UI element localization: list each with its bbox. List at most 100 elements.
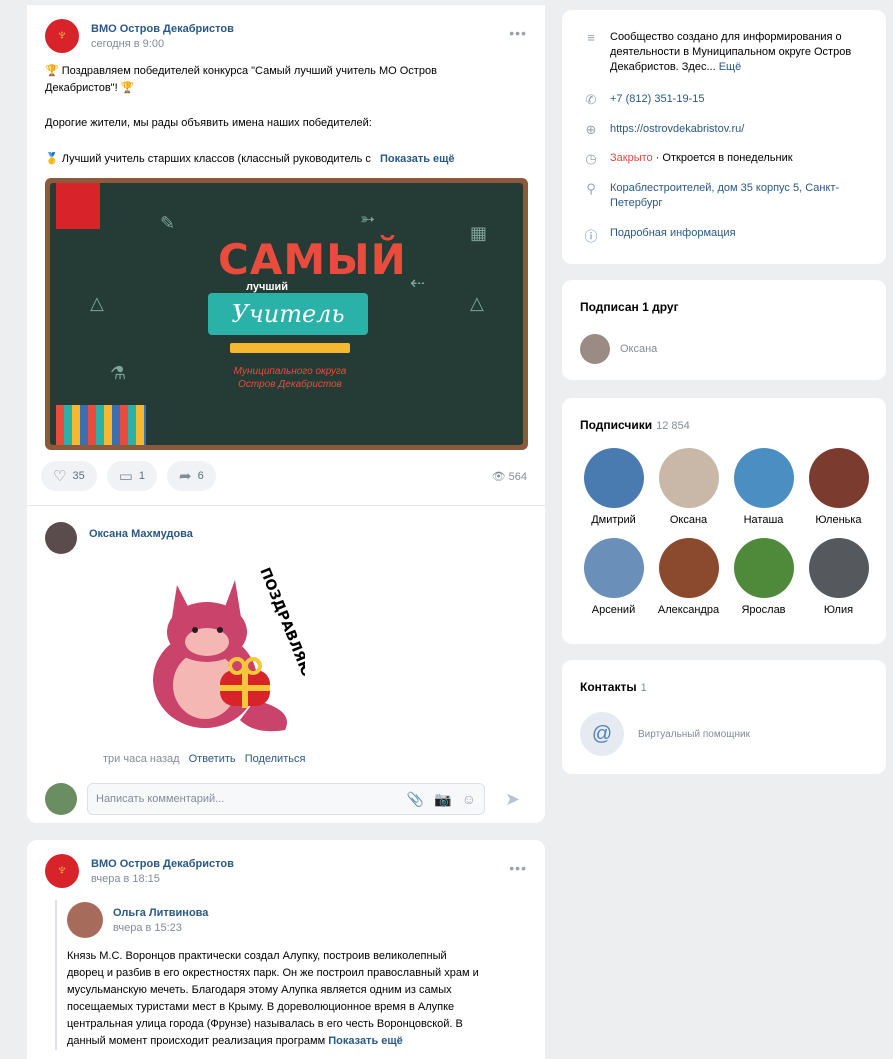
post-text-line: 🏆 Поздравляем победителей конкурса "Самы… [45, 65, 437, 77]
subscriber-name[interactable]: Наташа [744, 514, 784, 526]
avatar[interactable] [583, 538, 644, 598]
subscriber-item[interactable]: Юлия [801, 538, 876, 616]
post-actions: ♡ 35 ▭ 1 ➦ 6 [41, 461, 216, 491]
opens-text: · Откроется в понедельник [655, 152, 793, 164]
subscriber-name[interactable]: Ярослав [741, 604, 785, 616]
avatar[interactable] [67, 902, 103, 938]
subscriber-item[interactable]: Арсений [576, 538, 651, 616]
friend-name[interactable]: Оксана [620, 343, 657, 355]
my-avatar[interactable] [45, 783, 77, 815]
subscriber-name[interactable]: Юленька [815, 514, 861, 526]
subscriber-item[interactable]: Оксана [651, 448, 726, 526]
show-more-link[interactable]: Показать ещё [380, 153, 455, 165]
attach-icon[interactable]: 📎 [407, 791, 424, 808]
image-title-small: лучший [246, 281, 289, 293]
info-icon: ⓘ [584, 229, 598, 244]
post-text-line: 🥇 Лучший учитель старших классов (классн… [45, 153, 371, 165]
comment-input[interactable]: Написать комментарий... 📎 📷 ☺ [87, 783, 485, 815]
globe-icon: ⊕ [585, 122, 597, 137]
repost-text: Князь М.С. Воронцов практически создал А… [67, 950, 479, 1047]
heart-icon: ♡ [53, 468, 67, 485]
image-title: САМЫЙ [218, 235, 407, 284]
chalkboard-image: ✎ ➳ ▦ △ △ ⚗ ⇠ САМЫЙ лучший Учитель Муниц… [50, 183, 523, 445]
contact-name[interactable]: Виртуальный помощник [638, 729, 750, 740]
site-row: ⊕ https://ostrovdekabristov.ru/ [580, 122, 860, 138]
coat-of-arms-icon [56, 183, 100, 229]
closed-status: Закрыто [610, 152, 653, 164]
subscriber-item[interactable]: Юленька [801, 448, 876, 526]
friends-title[interactable]: Подписан 1 друг [580, 300, 679, 314]
site-link[interactable]: https://ostrovdekabristov.ru/ [610, 122, 860, 137]
avatar[interactable] [733, 538, 794, 598]
subscriber-name[interactable]: Дмитрий [591, 514, 636, 526]
address-row: ⚲ Кораблестроителей, дом 35 корпус 5, Са… [580, 181, 860, 211]
address-link[interactable]: Кораблестроителей, дом 35 корпус 5, Санк… [610, 181, 860, 211]
details-link[interactable]: Подробная информация [610, 226, 860, 241]
post-image[interactable]: ✎ ➳ ▦ △ △ ⚗ ⇠ САМЫЙ лучший Учитель Муниц… [45, 178, 528, 450]
avatar[interactable] [808, 538, 869, 598]
share-button[interactable]: ➦ 6 [167, 461, 216, 491]
phone-link[interactable]: +7 (812) 351-19-15 [610, 92, 860, 107]
subscriber-name[interactable]: Арсений [592, 604, 635, 616]
post-text-line: Дорогие жители, мы рады объявить имена н… [45, 117, 372, 129]
pencil-icon [230, 343, 350, 353]
comment-meta: три часа назад Ответить Поделиться [103, 753, 305, 765]
post-author[interactable]: ВМО Остров Декабристов [91, 23, 234, 35]
comment-placeholder: Написать комментарий... [96, 793, 225, 805]
image-subtitle: Муниципального округа Остров Декабристов [233, 366, 347, 390]
repost-author[interactable]: Ольга Литвинова [113, 907, 208, 919]
post-author[interactable]: ВМО Остров Декабристов [91, 858, 234, 870]
doodle-icon: ➳ [360, 209, 376, 229]
doodle-icon: ⚗ [110, 363, 127, 383]
post-card: ♆ ВМО Остров Декабристов сегодня в 9:00 … [27, 5, 545, 823]
subscriber-item[interactable]: Дмитрий [576, 448, 651, 526]
emoji-icon[interactable]: ☺ [462, 791, 476, 807]
subscriber-name[interactable]: Александра [658, 604, 719, 616]
comment-author[interactable]: Оксана Махмудова [89, 528, 193, 540]
views-count: 👁 564 [491, 471, 527, 483]
reply-link[interactable]: Ответить [189, 753, 236, 765]
post-card: ♆ ВМО Остров Декабристов вчера в 18:15 •… [27, 840, 545, 1059]
subscriber-item[interactable]: Ярослав [726, 538, 801, 616]
share-link[interactable]: Поделиться [245, 753, 306, 765]
send-icon[interactable]: ➤ [505, 789, 520, 810]
avatar[interactable] [658, 448, 719, 508]
avatar[interactable] [580, 334, 610, 364]
phone-icon: ✆ [585, 92, 597, 107]
comment-button[interactable]: ▭ 1 [106, 461, 158, 491]
contacts-title[interactable]: Контакты 1 [580, 680, 647, 694]
subscriber-item[interactable]: Александра [651, 538, 726, 616]
more-options-icon[interactable]: ••• [509, 25, 527, 41]
avatar[interactable] [808, 448, 869, 508]
camera-icon[interactable]: 📷 [434, 791, 451, 808]
like-button[interactable]: ♡ 35 [41, 461, 97, 491]
avatar[interactable] [45, 522, 77, 554]
details-row: ⓘ Подробная информация [580, 226, 860, 245]
show-more-link[interactable]: Показать ещё [328, 1035, 403, 1047]
contact-item[interactable]: @ Виртуальный помощник [580, 712, 750, 756]
more-options-icon[interactable]: ••• [509, 860, 527, 876]
post-time[interactable]: вчера в 18:15 [91, 873, 234, 885]
clock-icon: ◷ [585, 151, 597, 166]
doodle-icon: △ [90, 293, 104, 313]
friend-item[interactable]: Оксана [580, 334, 657, 364]
post-header: ♆ ВМО Остров Декабристов вчера в 18:15 [45, 852, 234, 890]
subscribers-title[interactable]: Подписчики 12 854 [580, 418, 690, 432]
avatar[interactable] [658, 538, 719, 598]
location-icon: ⚲ [586, 181, 596, 196]
subscriber-item[interactable]: Наташа [726, 448, 801, 526]
eye-icon: 👁 [491, 471, 506, 483]
repost-time[interactable]: вчера в 15:23 [113, 922, 208, 934]
avatar[interactable] [733, 448, 794, 508]
subscriber-name[interactable]: Оксана [670, 514, 707, 526]
doodle-icon: ✎ [160, 213, 176, 233]
community-avatar[interactable]: ♆ [45, 19, 79, 53]
comment-time[interactable]: три часа назад [103, 753, 180, 765]
more-link[interactable]: Ещё [719, 61, 742, 73]
avatar[interactable] [583, 448, 644, 508]
subscriber-name[interactable]: Юлия [824, 604, 853, 616]
post-text-line: Декабристов"! 🏆 [45, 82, 135, 94]
books-icon [56, 405, 146, 445]
community-avatar[interactable]: ♆ [45, 854, 79, 888]
post-time[interactable]: сегодня в 9:00 [91, 38, 234, 50]
